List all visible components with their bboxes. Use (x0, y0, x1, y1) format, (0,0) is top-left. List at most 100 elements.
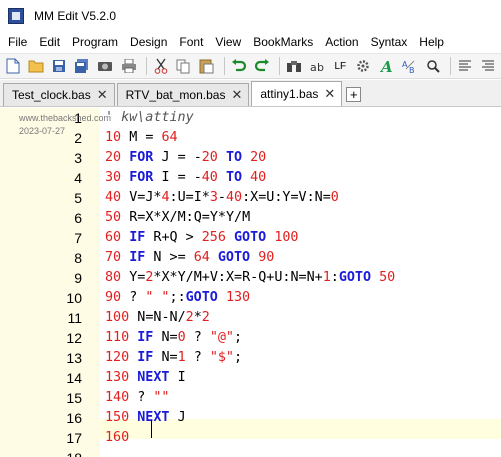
toolbar: ab LF A AB (0, 53, 501, 79)
print-icon[interactable] (119, 56, 139, 77)
code-string: "" (153, 390, 170, 405)
cut-icon[interactable] (151, 56, 171, 77)
paste-icon[interactable] (197, 56, 217, 77)
code-line[interactable]: 8 70 IF N >= 64 GOTO 90 (0, 248, 501, 268)
close-icon[interactable]: ✕ (231, 87, 242, 103)
code-line[interactable]: 18 (0, 448, 501, 457)
code-text: 10 M = 64 (105, 128, 178, 148)
code-line[interactable]: 9 80 Y=2*X*Y/M+V:X=R-Q+U:N=N+1:GOTO 50 (0, 268, 501, 288)
code-symbol (121, 210, 129, 225)
line-number: 17 (66, 430, 82, 446)
code-symbol (121, 270, 129, 285)
close-icon[interactable]: ✕ (97, 87, 108, 103)
code-number: 0 (330, 190, 339, 205)
redo-icon[interactable] (252, 56, 272, 77)
menu-design[interactable]: Design (124, 32, 173, 53)
code-symbol: : (306, 190, 315, 205)
code-number: 150 (105, 410, 130, 425)
code-symbol: / (169, 210, 178, 225)
code-number: 10 (105, 130, 122, 145)
code-symbol (121, 170, 129, 185)
add-tab-icon[interactable]: + (346, 87, 362, 102)
text-caret (151, 420, 152, 438)
code-line[interactable]: 17 160 (0, 428, 501, 448)
save-icon[interactable] (49, 56, 69, 77)
tab-rtv-bat-mon[interactable]: RTV_bat_mon.bas ✕ (116, 83, 250, 106)
code-symbol (210, 250, 218, 265)
menu-help[interactable]: Help (413, 32, 450, 53)
code-symbol (242, 150, 250, 165)
code-line[interactable]: 14 130 NEXT I (0, 368, 501, 388)
code-number: 130 (225, 290, 251, 305)
code-symbol: = (322, 190, 331, 205)
code-line[interactable]: 4 30 FOR I = -40 TO 40 (0, 168, 501, 188)
code-number: 90 (258, 250, 275, 265)
code-symbol: - (193, 150, 202, 165)
code-line[interactable]: 2 10 M = 64 (0, 128, 501, 148)
open-folder-icon[interactable] (26, 56, 46, 77)
menu-view[interactable]: View (209, 32, 247, 53)
menu-program[interactable]: Program (66, 32, 124, 53)
code-symbol: ; (234, 330, 243, 345)
text-case-icon[interactable]: ab (307, 56, 327, 77)
code-line[interactable]: 3 20 FOR J = -20 TO 20 (0, 148, 501, 168)
tab-test-clock[interactable]: Test_clock.bas ✕ (3, 83, 115, 106)
code-symbol (121, 250, 129, 265)
code-line[interactable]: 16 150 NEXT J (0, 408, 501, 428)
code-line[interactable]: 11 100 N=N-N/2*2 (0, 308, 501, 328)
menu-bookmarks[interactable]: BookMarks (247, 32, 319, 53)
tab-label: attiny1.bas (260, 87, 319, 101)
find-icon[interactable] (284, 56, 304, 77)
code-symbol: * (169, 270, 178, 285)
code-symbol: + (314, 270, 323, 285)
code-string: "$" (209, 350, 234, 365)
replace-icon[interactable]: AB (400, 56, 420, 77)
code-line[interactable]: 15 140 ? "" (0, 388, 501, 408)
copy-icon[interactable] (174, 56, 194, 77)
code-symbol: = (169, 330, 178, 345)
code-text: 160 (105, 428, 129, 448)
code-symbol (194, 230, 202, 245)
code-symbol: = (177, 150, 186, 165)
undo-icon[interactable] (229, 56, 249, 77)
code-symbol: = (177, 170, 186, 185)
menu-font[interactable]: Font (173, 32, 209, 53)
new-file-icon[interactable] (3, 56, 23, 77)
code-text: 30 FOR I = -40 TO 40 (105, 168, 266, 188)
tab-attiny1[interactable]: attiny1.bas ✕ (251, 81, 343, 106)
code-line[interactable]: 12 110 IF N=0 ? "@"; (0, 328, 501, 348)
code-editor[interactable]: 1 ' kw\attiny 2 10 M = 64 3 20 FOR J = -20 TO… (0, 108, 501, 457)
code-line[interactable]: 13 120 IF N=1 ? "$"; (0, 348, 501, 368)
menu-file[interactable]: File (2, 32, 33, 53)
line-number: 8 (74, 250, 82, 266)
menu-syntax[interactable]: Syntax (365, 32, 414, 53)
code-line[interactable]: 10 90 ? " ";:GOTO 130 (0, 288, 501, 308)
close-icon[interactable]: ✕ (324, 86, 335, 102)
list-icon[interactable] (478, 56, 498, 77)
camera-icon[interactable] (95, 56, 115, 77)
zoom-icon[interactable] (423, 56, 443, 77)
align-icon[interactable] (455, 56, 475, 77)
menu-edit[interactable]: Edit (33, 32, 66, 53)
menu-action[interactable]: Action (319, 32, 364, 53)
svg-text:a: a (310, 61, 317, 73)
code-identifier: N (161, 330, 170, 345)
code-line[interactable]: 5 40 V=J*4:U=I*3-40:X=U:Y=V:N=0 (0, 188, 501, 208)
code-line[interactable]: 6 50 R=X*X/M:Q=Y*Y/M (0, 208, 501, 228)
code-symbol (121, 290, 129, 305)
code-symbol: : (185, 210, 194, 225)
svg-text:B: B (409, 66, 415, 74)
gear-icon[interactable] (353, 56, 373, 77)
code-text: 20 FOR J = -20 TO 20 (105, 148, 266, 168)
menu-bar: File Edit Program Design Font View BookM… (0, 32, 501, 53)
line-ending-icon[interactable]: LF (330, 56, 350, 77)
code-number: 70 (105, 250, 122, 265)
code-symbol (121, 190, 129, 205)
code-keyword: FOR (129, 150, 154, 165)
save-all-icon[interactable] (72, 56, 92, 77)
code-line[interactable]: 7 60 IF R+Q > 256 GOTO 100 (0, 228, 501, 248)
code-identifier: J (177, 410, 186, 425)
code-identifier: J (161, 150, 170, 165)
code-number: 40 (225, 190, 243, 205)
format-icon[interactable]: A (377, 56, 397, 77)
